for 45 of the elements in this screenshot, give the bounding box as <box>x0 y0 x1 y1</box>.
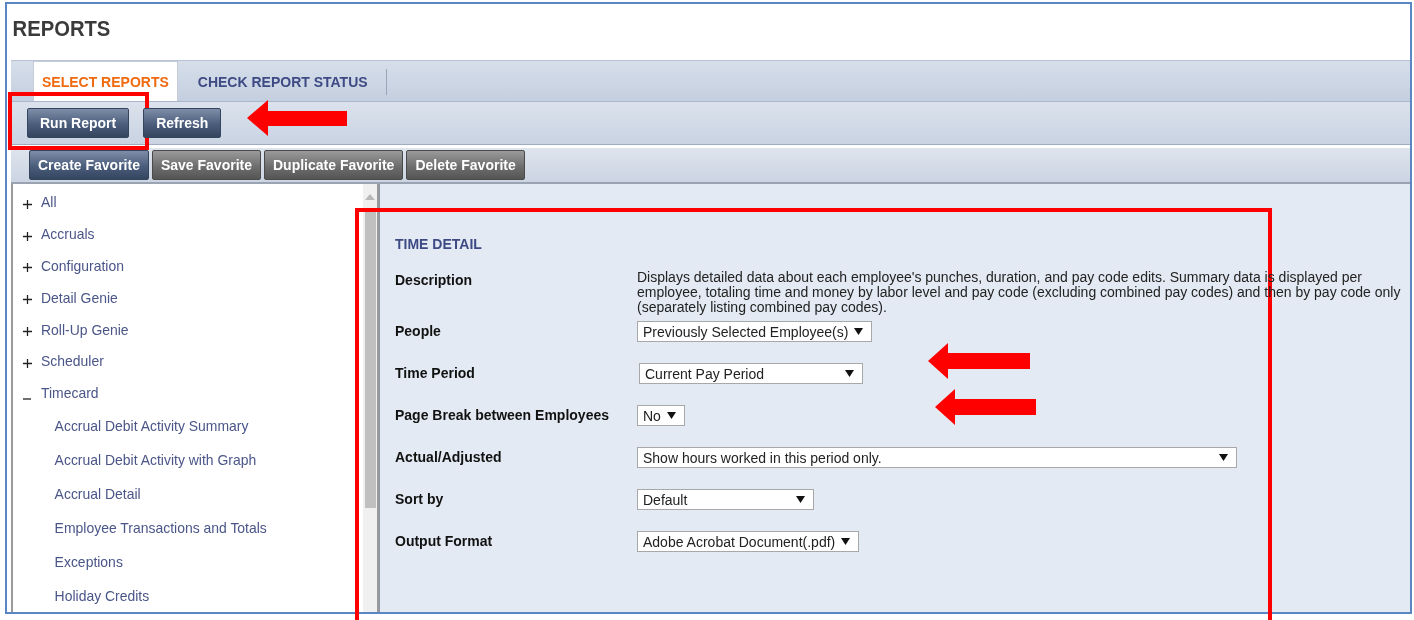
tab[interactable]: CHECK REPORT STATUS <box>177 69 387 95</box>
field-label: Description <box>395 271 473 290</box>
field-label: Sort by <box>395 490 445 509</box>
tree-item[interactable]: Timecard <box>41 384 99 402</box>
expand-icon[interactable] <box>23 231 32 241</box>
tree-item[interactable]: Detail Genie <box>41 288 118 306</box>
field-label: Time Period <box>395 364 476 383</box>
tree-item[interactable]: All <box>41 193 57 211</box>
tree-item[interactable]: Configuration <box>41 257 124 274</box>
tree-item[interactable]: Accrual Detail <box>23 476 340 511</box>
caret-icon <box>845 370 854 377</box>
caret-icon <box>666 412 676 419</box>
expand-icon[interactable] <box>23 199 32 209</box>
expand-icon[interactable] <box>23 358 32 368</box>
expand-icon[interactable] <box>23 327 32 337</box>
tree-item[interactable]: Exceptions <box>23 544 340 579</box>
field-label: Output Format <box>395 532 494 551</box>
page-title: REPORTS <box>11 15 112 43</box>
dropdown[interactable]: No <box>637 405 685 426</box>
field-label: Page Break between Employees <box>395 406 610 425</box>
dropdown[interactable]: Current Pay Period <box>639 363 863 384</box>
caret-icon <box>841 538 851 545</box>
tree-item[interactable]: Roll-Up Genie <box>41 320 129 338</box>
caret-icon <box>854 328 864 335</box>
field-label: People <box>395 322 442 341</box>
caret-icon <box>1219 454 1228 461</box>
tree-item[interactable]: Employee Transactions and Totals <box>23 510 340 545</box>
tree-item[interactable]: Accruals <box>41 225 95 243</box>
expand-icon[interactable] <box>23 263 32 273</box>
dropdown[interactable]: Show hours worked in this period only. <box>637 447 1237 468</box>
report-title: TIME DETAIL <box>395 236 483 252</box>
tree-item[interactable]: Holiday Credits <box>23 578 340 612</box>
dropdown[interactable]: Adobe Acrobat Document(.pdf) <box>637 531 860 552</box>
tree-item[interactable]: Accrual Debit Activity with Graph <box>23 442 340 477</box>
caret-icon <box>796 496 805 503</box>
button[interactable]: Create Favorite <box>29 150 149 180</box>
field-label: Actual/Adjusted <box>395 448 503 467</box>
button[interactable]: Refresh <box>143 108 222 138</box>
scrollbar[interactable] <box>363 184 377 612</box>
tree-item[interactable]: Scheduler <box>41 352 104 370</box>
dropdown[interactable]: Previously Selected Employee(s) <box>637 321 873 342</box>
tree-item[interactable]: Accrual Debit Activity Summary <box>23 408 340 443</box>
dropdown[interactable]: Default <box>637 489 814 510</box>
expand-icon[interactable] <box>23 295 32 305</box>
button[interactable]: Run Report <box>27 108 130 138</box>
